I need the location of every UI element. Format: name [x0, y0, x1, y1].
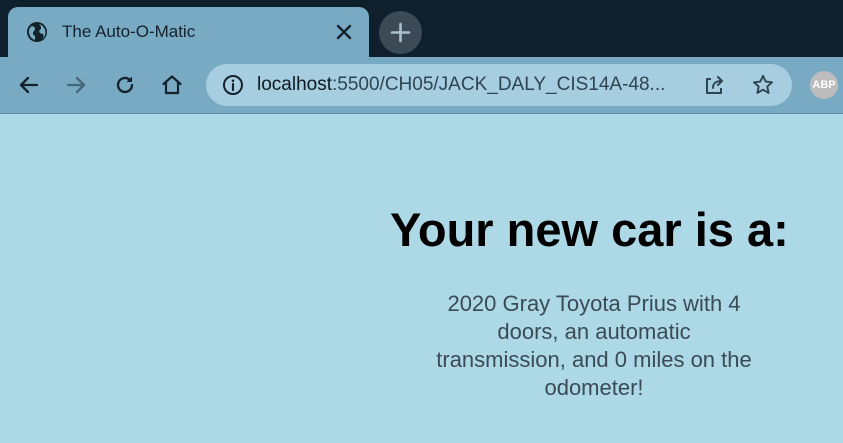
browser-window: The Auto-O-Matic localhost:5500/CH05/JAC… [0, 0, 843, 443]
tab-title: The Auto-O-Matic [62, 22, 196, 41]
car-description: 2020 Gray Toyota Prius with 4 doors, an … [436, 291, 752, 400]
reload-button[interactable] [110, 70, 140, 100]
star-icon[interactable] [751, 73, 775, 97]
forward-button[interactable] [61, 70, 91, 100]
adblock-extension-button[interactable]: ABP [810, 71, 838, 99]
browser-toolbar: localhost:5500/CH05/JACK_DALY_CIS14A-48.… [0, 57, 843, 114]
page-content: Your new car is a: 2020 Gray Toyota Priu… [0, 114, 843, 443]
tab-auto-o-matic[interactable]: The Auto-O-Matic [8, 7, 369, 57]
url-host: localhost [257, 74, 332, 95]
tab-strip: The Auto-O-Matic [0, 0, 843, 57]
new-tab-button[interactable] [379, 11, 422, 54]
globe-icon [26, 21, 48, 43]
url-text[interactable]: localhost:5500/CH05/JACK_DALY_CIS14A-48.… [257, 74, 697, 96]
address-bar[interactable]: localhost:5500/CH05/JACK_DALY_CIS14A-48.… [206, 64, 792, 106]
back-button[interactable] [14, 70, 44, 100]
home-button[interactable] [157, 70, 187, 100]
page-heading: Your new car is a: [390, 203, 789, 256]
home-icon [162, 75, 182, 95]
info-icon[interactable] [222, 74, 244, 96]
arrow-left-icon [19, 76, 39, 94]
close-icon[interactable] [333, 21, 355, 43]
plus-icon [390, 22, 411, 43]
url-path: :5500/CH05/JACK_DALY_CIS14A-48... [332, 74, 666, 95]
reload-icon [116, 76, 134, 94]
share-icon[interactable] [703, 73, 727, 97]
arrow-right-icon [66, 76, 86, 94]
